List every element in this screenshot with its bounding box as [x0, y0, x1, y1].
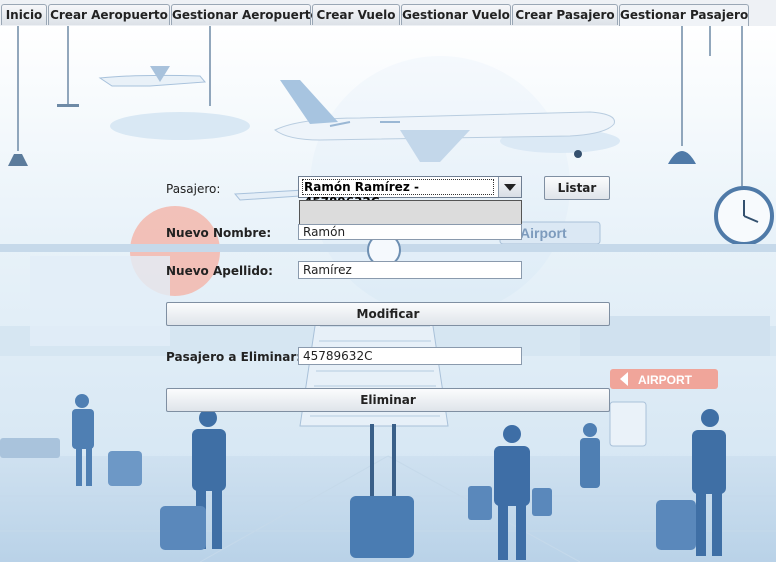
- airport-red-sign-text: AIRPORT: [638, 373, 693, 387]
- tab-bar: Inicio Crear Aeropuerto Gestionar Aeropu…: [0, 0, 776, 27]
- airport-sign-text: Airport: [520, 225, 567, 241]
- lamp-icon: [8, 154, 28, 166]
- pasajero-eliminar-label: Pasajero a Eliminar:: [166, 350, 302, 364]
- traveler-figure: [580, 423, 600, 488]
- eliminar-button[interactable]: Eliminar: [166, 388, 610, 412]
- airport-scene-art: Airport AIRPORT: [0, 26, 776, 562]
- pasajero-combobox[interactable]: Ramón Ramírez - 45789632C: [298, 176, 522, 209]
- chevron-down-icon[interactable]: [498, 177, 521, 197]
- nuevo-nombre-label: Nuevo Nombre:: [166, 226, 272, 240]
- airplane-icon: [98, 74, 207, 87]
- nuevo-apellido-label: Nuevo Apellido:: [166, 264, 273, 278]
- cloud: [110, 112, 250, 140]
- airplane-icon: [233, 189, 307, 201]
- listar-button[interactable]: Listar: [544, 176, 610, 200]
- tab-gestionar-pasajero[interactable]: Gestionar Pasajero: [619, 4, 749, 26]
- lamp-icon: [57, 104, 79, 107]
- pasajero-selected-value: Ramón Ramírez - 45789632C: [302, 179, 494, 209]
- tab-crear-pasajero[interactable]: Crear Pasajero: [512, 4, 618, 25]
- modificar-button[interactable]: Modificar: [166, 302, 610, 326]
- airport-background-illustration: Airport AIRPORT: [0, 26, 776, 562]
- tab-crear-vuelo[interactable]: Crear Vuelo: [312, 4, 400, 25]
- bench: [0, 438, 60, 458]
- lamp-icon: [668, 151, 696, 164]
- tab-crear-aeropuerto[interactable]: Crear Aeropuerto: [48, 4, 170, 25]
- pasajero-label: Pasajero:: [166, 182, 221, 196]
- kiosk: [609, 401, 647, 447]
- tab-gestionar-aeropuerto[interactable]: Gestionar Aeropuerto: [171, 4, 319, 25]
- tab-gestionar-vuelo[interactable]: Gestionar Vuelo: [401, 4, 511, 25]
- tab-inicio[interactable]: Inicio: [1, 4, 47, 25]
- nuevo-nombre-field[interactable]: Ramón: [298, 224, 522, 240]
- combobox-dropdown-popup[interactable]: [299, 200, 522, 226]
- pasajero-eliminar-field[interactable]: 45789632C: [298, 347, 522, 365]
- nuevo-apellido-field[interactable]: Ramírez: [298, 261, 522, 279]
